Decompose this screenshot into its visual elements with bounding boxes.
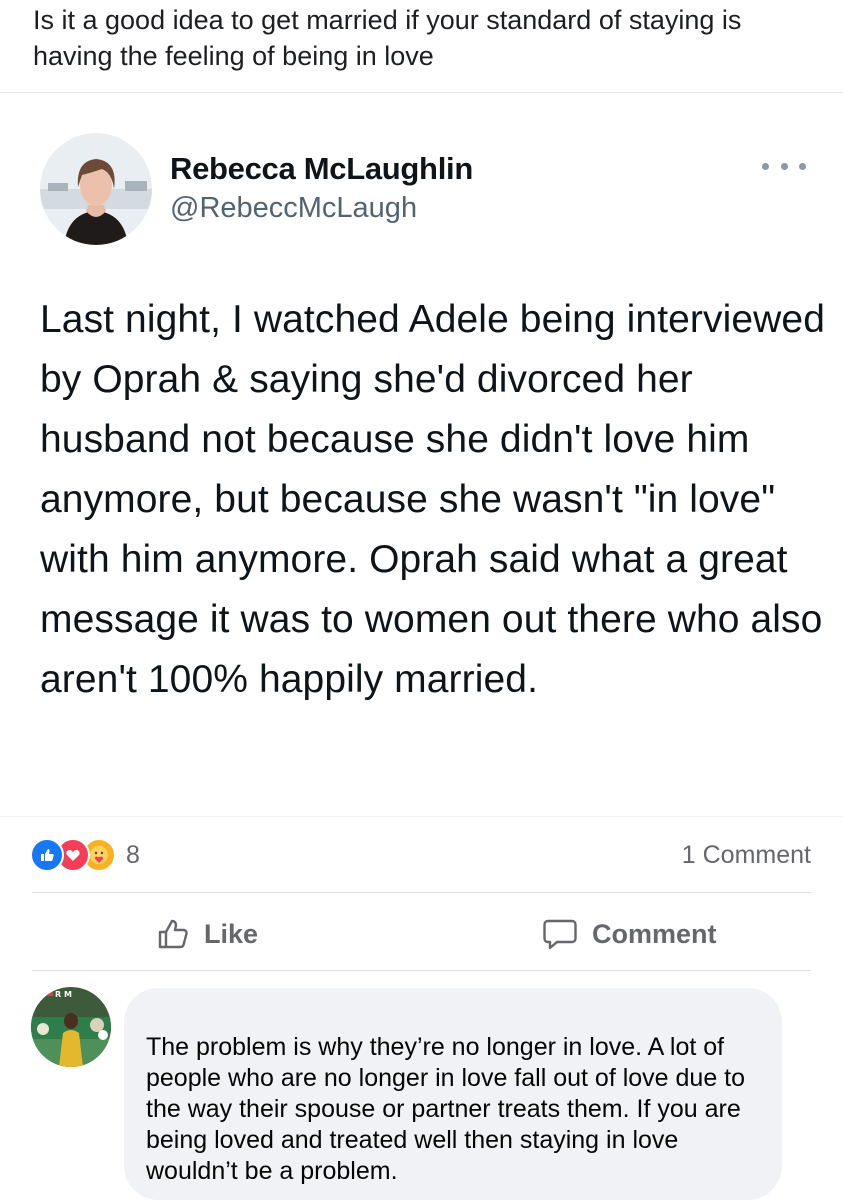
reactions-summary[interactable]: 8 bbox=[30, 838, 140, 872]
divider bbox=[32, 892, 811, 893]
more-options-icon bbox=[762, 156, 806, 176]
speech-bubble-icon bbox=[543, 919, 577, 950]
divider bbox=[0, 816, 843, 817]
commenter-avatar[interactable]: R M bbox=[31, 987, 111, 1067]
comment-count-link[interactable]: 1 Comment bbox=[682, 838, 811, 872]
thumbs-up-icon bbox=[158, 919, 188, 949]
comment-text: The problem is why they’re no longer in … bbox=[146, 1033, 746, 1185]
tweet-screenshot-image[interactable]: Rebecca McLaughlin @RebeccMcLaugh Last n… bbox=[0, 93, 843, 818]
avatar-initials: R M bbox=[55, 990, 72, 999]
reaction-count: 8 bbox=[126, 840, 140, 869]
tweet-text: Last night, I watched Adele being interv… bbox=[40, 298, 826, 701]
tweet-author-name: Rebecca McLaughlin bbox=[170, 151, 473, 186]
like-button[interactable]: Like bbox=[156, 908, 258, 960]
tweet-author-handle: @RebeccMcLaugh bbox=[170, 192, 418, 224]
like-label: Like bbox=[204, 918, 259, 949]
divider bbox=[32, 970, 811, 971]
comment-label: Comment bbox=[592, 918, 717, 949]
like-icon bbox=[30, 838, 64, 872]
tweet-author-avatar bbox=[40, 133, 152, 245]
post-caption: Is it a good idea to get married if your… bbox=[33, 5, 742, 71]
comment-button[interactable]: Comment bbox=[542, 908, 717, 960]
comment-bubble: The problem is why they’re no longer in … bbox=[124, 988, 782, 1200]
